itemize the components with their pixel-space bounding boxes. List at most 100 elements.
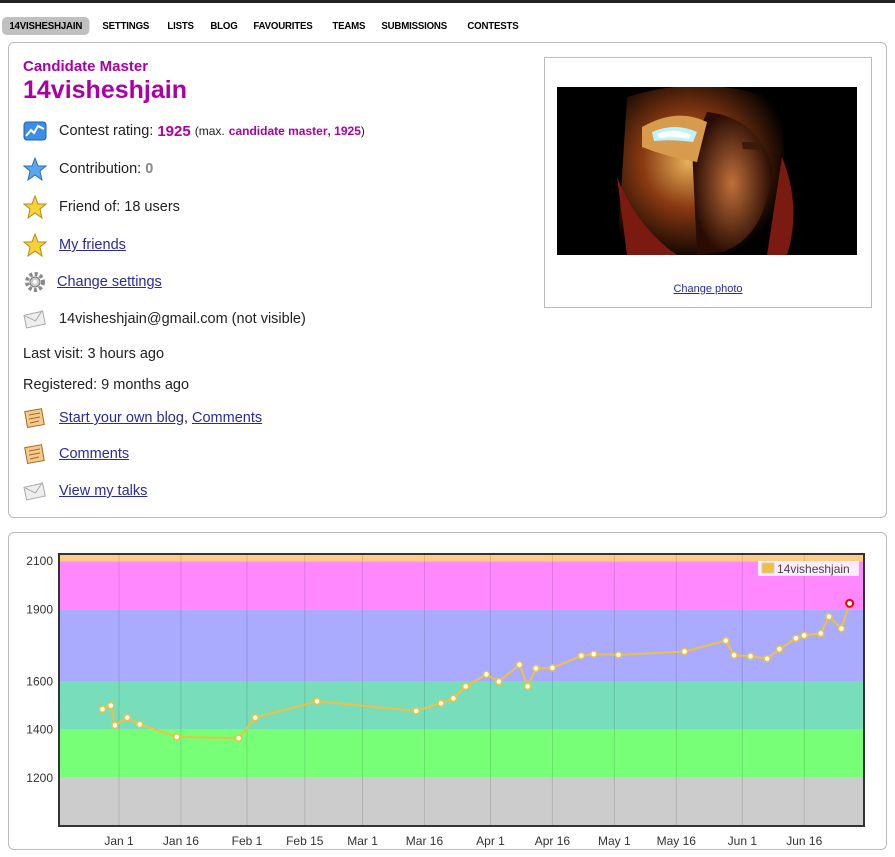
menu-blog[interactable]: BLOG [203, 17, 245, 35]
x-tick-label: Feb 15 [286, 834, 324, 848]
profile-panel: Candidate Master 14visheshjain Contest r… [8, 42, 887, 518]
start-blog-link[interactable]: Start your own blog [59, 410, 184, 426]
photo-box: Change photo [544, 57, 872, 308]
x-tick-label: May 1 [598, 834, 631, 848]
blog-icon [23, 442, 47, 466]
rating-point [106, 701, 115, 710]
menu-lists[interactable]: LISTS [160, 17, 201, 35]
menu-handle[interactable]: 14VISHESHJAIN [2, 17, 90, 35]
max-prefix: (max. [194, 124, 225, 138]
contribution-row: Contribution: 0 [22, 156, 154, 182]
rating-band [59, 681, 864, 730]
change-settings-link[interactable]: Change settings [57, 274, 162, 290]
rating-point [548, 664, 557, 672]
rating-point [589, 650, 598, 658]
rating-point [123, 713, 132, 722]
rating-label: Contest rating: [59, 123, 154, 139]
friend-of-text: Friend of: 18 users [59, 199, 180, 215]
rating-band [59, 554, 864, 562]
blue-star-icon [22, 156, 48, 182]
rating-point [251, 713, 259, 722]
y-tick-label: 1400 [26, 723, 53, 737]
settings-row: Change settings [23, 270, 162, 294]
rating-point [173, 733, 181, 741]
rating-point [722, 636, 730, 645]
x-tick-label: Apr 1 [476, 834, 505, 848]
contribution-label: Contribution: [59, 161, 142, 177]
rating-point [763, 654, 771, 663]
legend-swatch [761, 562, 775, 574]
x-tick-label: Jun 1 [728, 834, 758, 848]
y-tick-label: 2100 [26, 554, 53, 568]
rating-point [523, 682, 532, 691]
rating-row: Contest rating: 1925 (max. candidate mas… [23, 119, 365, 143]
view-talks-link[interactable]: View my talks [59, 483, 147, 499]
rating-point [234, 734, 243, 742]
rating-point [313, 697, 321, 706]
x-tick-label: Mar 1 [347, 834, 378, 848]
rating-point [437, 699, 445, 707]
user-handle: 14visheshjain [23, 76, 187, 104]
menu-teams[interactable]: TEAMS [325, 17, 373, 35]
top-border [0, 0, 895, 3]
rating-point [462, 682, 470, 691]
menu-settings[interactable]: SETTINGS [95, 17, 157, 35]
x-tick-label: May 16 [657, 834, 697, 848]
rating-point [800, 631, 808, 640]
rating-chart: 1200 1400 1600 1900 2100 Jan 1 Jan 16 Feb 1 Feb … [26, 553, 865, 848]
rating-point [532, 664, 540, 673]
rating-point [680, 647, 689, 656]
rating-point [482, 670, 491, 679]
x-tick-label: Feb 1 [232, 834, 263, 848]
my-friends-row: My friends [22, 232, 126, 258]
change-photo-link[interactable]: Change photo [545, 283, 871, 295]
rating-band [59, 777, 864, 826]
star-icon [22, 194, 48, 220]
max-rating: 1925 [334, 124, 361, 138]
rating-chart-panel: 1200 1400 1600 1900 2100 Jan 1 Jan 16 Feb 1 Feb … [8, 532, 887, 850]
rating-band [59, 561, 864, 610]
rating-point [515, 660, 524, 669]
rating-point [111, 721, 119, 730]
menu-submissions[interactable]: SUBMISSIONS [374, 17, 454, 35]
last-visit: Last visit: 3 hours ago [23, 346, 165, 362]
envelope-icon [23, 307, 47, 331]
rating-point [746, 652, 755, 661]
email-row: 14visheshjain@gmail.com (not visible) [23, 307, 306, 331]
rating-point [495, 677, 503, 686]
rating-point [775, 645, 784, 653]
rating-point [845, 598, 855, 608]
y-tick-label: 1200 [26, 771, 53, 785]
rating-point [98, 705, 107, 714]
rating-chart-icon [23, 119, 47, 143]
rating-value: 1925 [157, 122, 191, 140]
blog-icon [23, 406, 47, 430]
my-friends-link[interactable]: My friends [59, 237, 126, 253]
comments-row: Comments [23, 442, 129, 466]
user-photo[interactable] [557, 87, 857, 255]
envelope-icon [23, 479, 47, 503]
x-tick-label: Apr 16 [535, 834, 571, 848]
menu-contests[interactable]: CONTESTS [460, 17, 526, 35]
rating-band [59, 609, 864, 682]
x-tick-label: Jun 16 [786, 834, 822, 848]
rating-point [614, 651, 623, 659]
rating-point [730, 651, 738, 659]
comments-link[interactable]: Comments [192, 410, 262, 426]
email-text: 14visheshjain@gmail.com (not visible) [59, 311, 306, 327]
max-suffix: ) [360, 124, 365, 138]
y-tick-label: 1600 [26, 675, 53, 689]
friend-of-row: Friend of: 18 users [22, 194, 180, 220]
menu-favourites[interactable]: FAVOURITES [246, 17, 320, 35]
x-tick-label: Jan 1 [104, 834, 134, 848]
rating-point [412, 707, 420, 715]
top-menu: 14VISHESHJAIN SETTINGS LISTS BLOG FAVOUR… [2, 15, 529, 37]
rating-point [825, 612, 833, 621]
rating-point [792, 634, 800, 642]
rating-point [449, 694, 458, 703]
talks-row: View my talks [23, 479, 147, 503]
contribution-value: 0 [145, 161, 154, 177]
user-rank: Candidate Master [23, 58, 149, 75]
max-rank: candidate master [228, 124, 328, 138]
comments-link-2[interactable]: Comments [59, 446, 129, 462]
